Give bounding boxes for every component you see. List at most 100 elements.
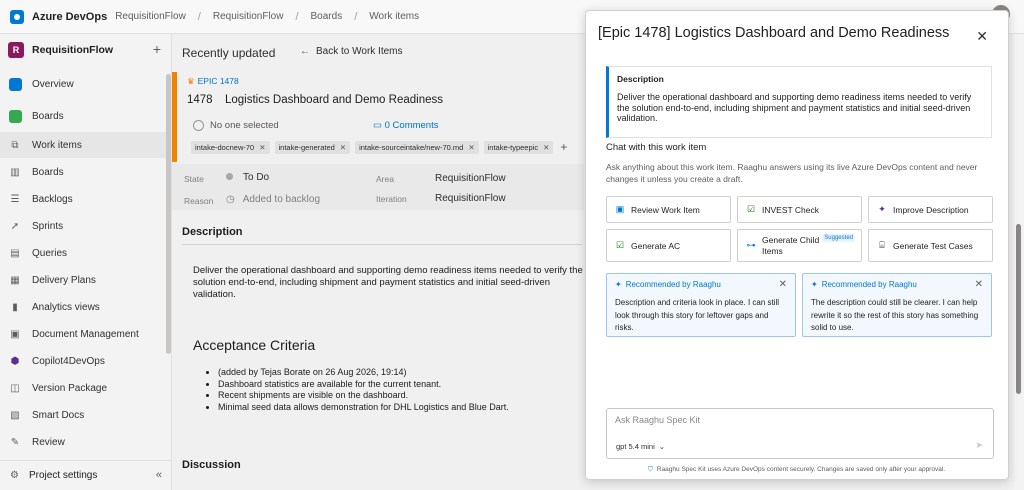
panel-title: [Epic 1478] Logistics Dashboard and Demo… xyxy=(598,25,950,41)
sidebar-item-label: Queries xyxy=(32,247,68,259)
recommendation-card[interactable]: ✦ Recommended by Raaghu ✕ The description… xyxy=(802,273,992,337)
sidebar-item-boards[interactable]: ▥ Boards xyxy=(0,159,166,185)
reason-dropdown[interactable]: ◷ Added to backlog xyxy=(226,194,320,205)
sidebar-item-boards-section[interactable]: Boards xyxy=(0,103,166,129)
model-label: gpt 5.4 mini xyxy=(616,442,655,451)
sidebar-scrollbar[interactable] xyxy=(166,74,171,354)
breadcrumb-org[interactable]: RequisitionFlow xyxy=(115,11,186,22)
sidebar-item-analytics-views[interactable]: ▮ Analytics views xyxy=(0,294,166,320)
review-icon: ✎ xyxy=(10,436,20,448)
azure-devops-logo-icon[interactable] xyxy=(10,9,24,24)
page-scrollbar[interactable] xyxy=(1014,34,1024,490)
sidebar-item-label: Document Management xyxy=(32,328,139,340)
sidebar-item-label: Boards xyxy=(32,110,64,122)
tag-label: intake-generated xyxy=(278,142,335,152)
sidebar-item-document-management[interactable]: ▣ Document Management xyxy=(0,321,166,347)
model-selector[interactable]: gpt 5.4 mini ⌄ xyxy=(616,442,665,451)
work-item-title[interactable]: Logistics Dashboard and Demo Readiness xyxy=(225,94,443,106)
document-icon: ▣ xyxy=(10,328,20,340)
send-icon[interactable]: ➤ xyxy=(975,440,983,451)
sidebar-item-overview[interactable]: Overview xyxy=(0,71,166,97)
project-settings[interactable]: ⚙ Project settings « xyxy=(0,460,172,490)
project-header[interactable]: R RequisitionFlow xyxy=(0,36,171,64)
sidebar-item-copilot4devops[interactable]: ⬢ Copilot4DevOps xyxy=(0,348,166,374)
state-label: State xyxy=(184,174,204,184)
invest-check-button[interactable]: ☑ INVEST Check xyxy=(737,196,862,223)
remove-tag-icon[interactable]: ✕ xyxy=(468,143,474,152)
sidebar-item-smart-docs[interactable]: ▧ Smart Docs xyxy=(0,402,166,428)
state-value: To Do xyxy=(243,172,270,183)
discussion-heading: Discussion xyxy=(182,459,241,471)
area-field[interactable]: RequisitionFlow xyxy=(435,173,506,184)
scrollbar-thumb[interactable] xyxy=(1016,224,1021,394)
remove-tag-icon[interactable]: ✕ xyxy=(340,143,346,152)
back-to-work-items-link[interactable]: ← Back to Work Items xyxy=(300,46,403,57)
close-icon[interactable]: ✕ xyxy=(976,28,988,45)
comments-link[interactable]: ▭ 0 Comments xyxy=(373,120,438,131)
breadcrumb-separator: / xyxy=(354,10,358,23)
iteration-field[interactable]: RequisitionFlow xyxy=(435,193,506,204)
work-items-icon: ⧉ xyxy=(11,139,19,151)
sidebar-item-version-package[interactable]: ◫ Version Package xyxy=(0,375,166,401)
state-dropdown[interactable]: To Do xyxy=(226,172,269,183)
recommendation-heading-label: Recommended by Raaghu xyxy=(625,280,721,289)
breadcrumb-work-items[interactable]: Work items xyxy=(369,11,419,22)
recommendation-heading-label: Recommended by Raaghu xyxy=(821,280,917,289)
hierarchy-icon: ⊶ xyxy=(746,240,756,250)
comment-icon: ▭ xyxy=(373,120,385,131)
chat-input-box[interactable]: gpt 5.4 mini⌄ ➤ xyxy=(606,408,994,459)
improve-description-button[interactable]: ✦ Improve Description xyxy=(868,196,993,223)
description-body[interactable]: Deliver the operational dashboard and su… xyxy=(193,265,583,301)
sidebar-item-review[interactable]: ✎ Review xyxy=(0,429,166,455)
remove-tag-icon[interactable]: ✕ xyxy=(543,143,549,152)
sparkle-icon: ✦ xyxy=(811,280,818,289)
sidebar-item-label: Copilot4DevOps xyxy=(32,355,105,367)
recently-updated-label[interactable]: Recently updated xyxy=(182,46,275,60)
brand-name[interactable]: Azure DevOps xyxy=(32,11,107,23)
sparkle-icon: ✦ xyxy=(615,280,622,289)
package-icon: ◫ xyxy=(10,382,20,394)
generate-test-cases-button[interactable]: ⌸ Generate Test Cases xyxy=(868,229,993,262)
sidebar-item-delivery-plans[interactable]: ▦ Delivery Plans xyxy=(0,267,166,293)
tag-chip[interactable]: intake-sourceintake/new-70.md ✕ xyxy=(355,140,479,154)
sidebar-item-backlogs[interactable]: ☰ Backlogs xyxy=(0,186,166,212)
breadcrumb-separator: / xyxy=(197,10,201,23)
checkbox-icon: ☑ xyxy=(615,240,625,250)
epic-tag[interactable]: ♛ EPIC 1478 xyxy=(187,76,239,87)
sidebar-item-sprints[interactable]: ➚ Sprints xyxy=(0,213,166,239)
shield-icon: ⛉ xyxy=(648,466,653,473)
acceptance-criteria-list[interactable]: (added by Tejas Borate on 26 Aug 2026, 1… xyxy=(208,367,588,413)
remove-tag-icon[interactable]: ✕ xyxy=(259,143,265,152)
recommendation-heading: ✦ Recommended by Raaghu xyxy=(811,280,917,289)
breadcrumb-boards[interactable]: Boards xyxy=(311,11,343,22)
generate-ac-button[interactable]: ☑ Generate AC xyxy=(606,229,731,262)
crown-icon: ♛ xyxy=(187,76,195,86)
collapse-sidebar-icon[interactable]: « xyxy=(156,469,162,481)
tag-chip[interactable]: intake-generated ✕ xyxy=(274,140,351,154)
sidebar-item-queries[interactable]: ▤ Queries xyxy=(0,240,166,266)
add-icon[interactable]: + xyxy=(153,41,161,57)
magic-wand-icon: ✦ xyxy=(878,204,886,214)
breadcrumb-project[interactable]: RequisitionFlow xyxy=(213,11,284,22)
boards-icon xyxy=(8,109,22,123)
sidebar-item-label: Review xyxy=(32,436,65,448)
person-icon xyxy=(193,120,204,131)
review-icon: ▣ xyxy=(615,204,625,214)
generate-child-items-button[interactable]: ⊶ Generate Child Items Suggested xyxy=(737,229,862,262)
project-badge: R xyxy=(8,42,24,58)
assigned-to[interactable]: No one selected xyxy=(193,120,279,131)
chat-input[interactable] xyxy=(615,415,975,425)
area-label: Area xyxy=(376,174,394,184)
review-work-item-button[interactable]: ▣ Review Work Item xyxy=(606,196,731,223)
tag-chip[interactable]: intake-typeepic ✕ xyxy=(483,140,554,154)
recommendation-card[interactable]: ✦ Recommended by Raaghu ✕ Description and… xyxy=(606,273,796,337)
tag-chip[interactable]: intake-docnew-70 ✕ xyxy=(191,140,270,154)
sidebar-item-work-items[interactable]: ⧉ Work items xyxy=(0,132,166,158)
back-label: Back to Work Items xyxy=(316,46,403,57)
action-label: Generate Test Cases xyxy=(893,240,973,251)
overview-icon xyxy=(8,77,22,91)
action-label: INVEST Check xyxy=(762,204,820,215)
add-tag-icon[interactable]: + xyxy=(560,140,567,154)
dismiss-icon[interactable]: ✕ xyxy=(779,279,787,290)
dismiss-icon[interactable]: ✕ xyxy=(975,279,983,290)
